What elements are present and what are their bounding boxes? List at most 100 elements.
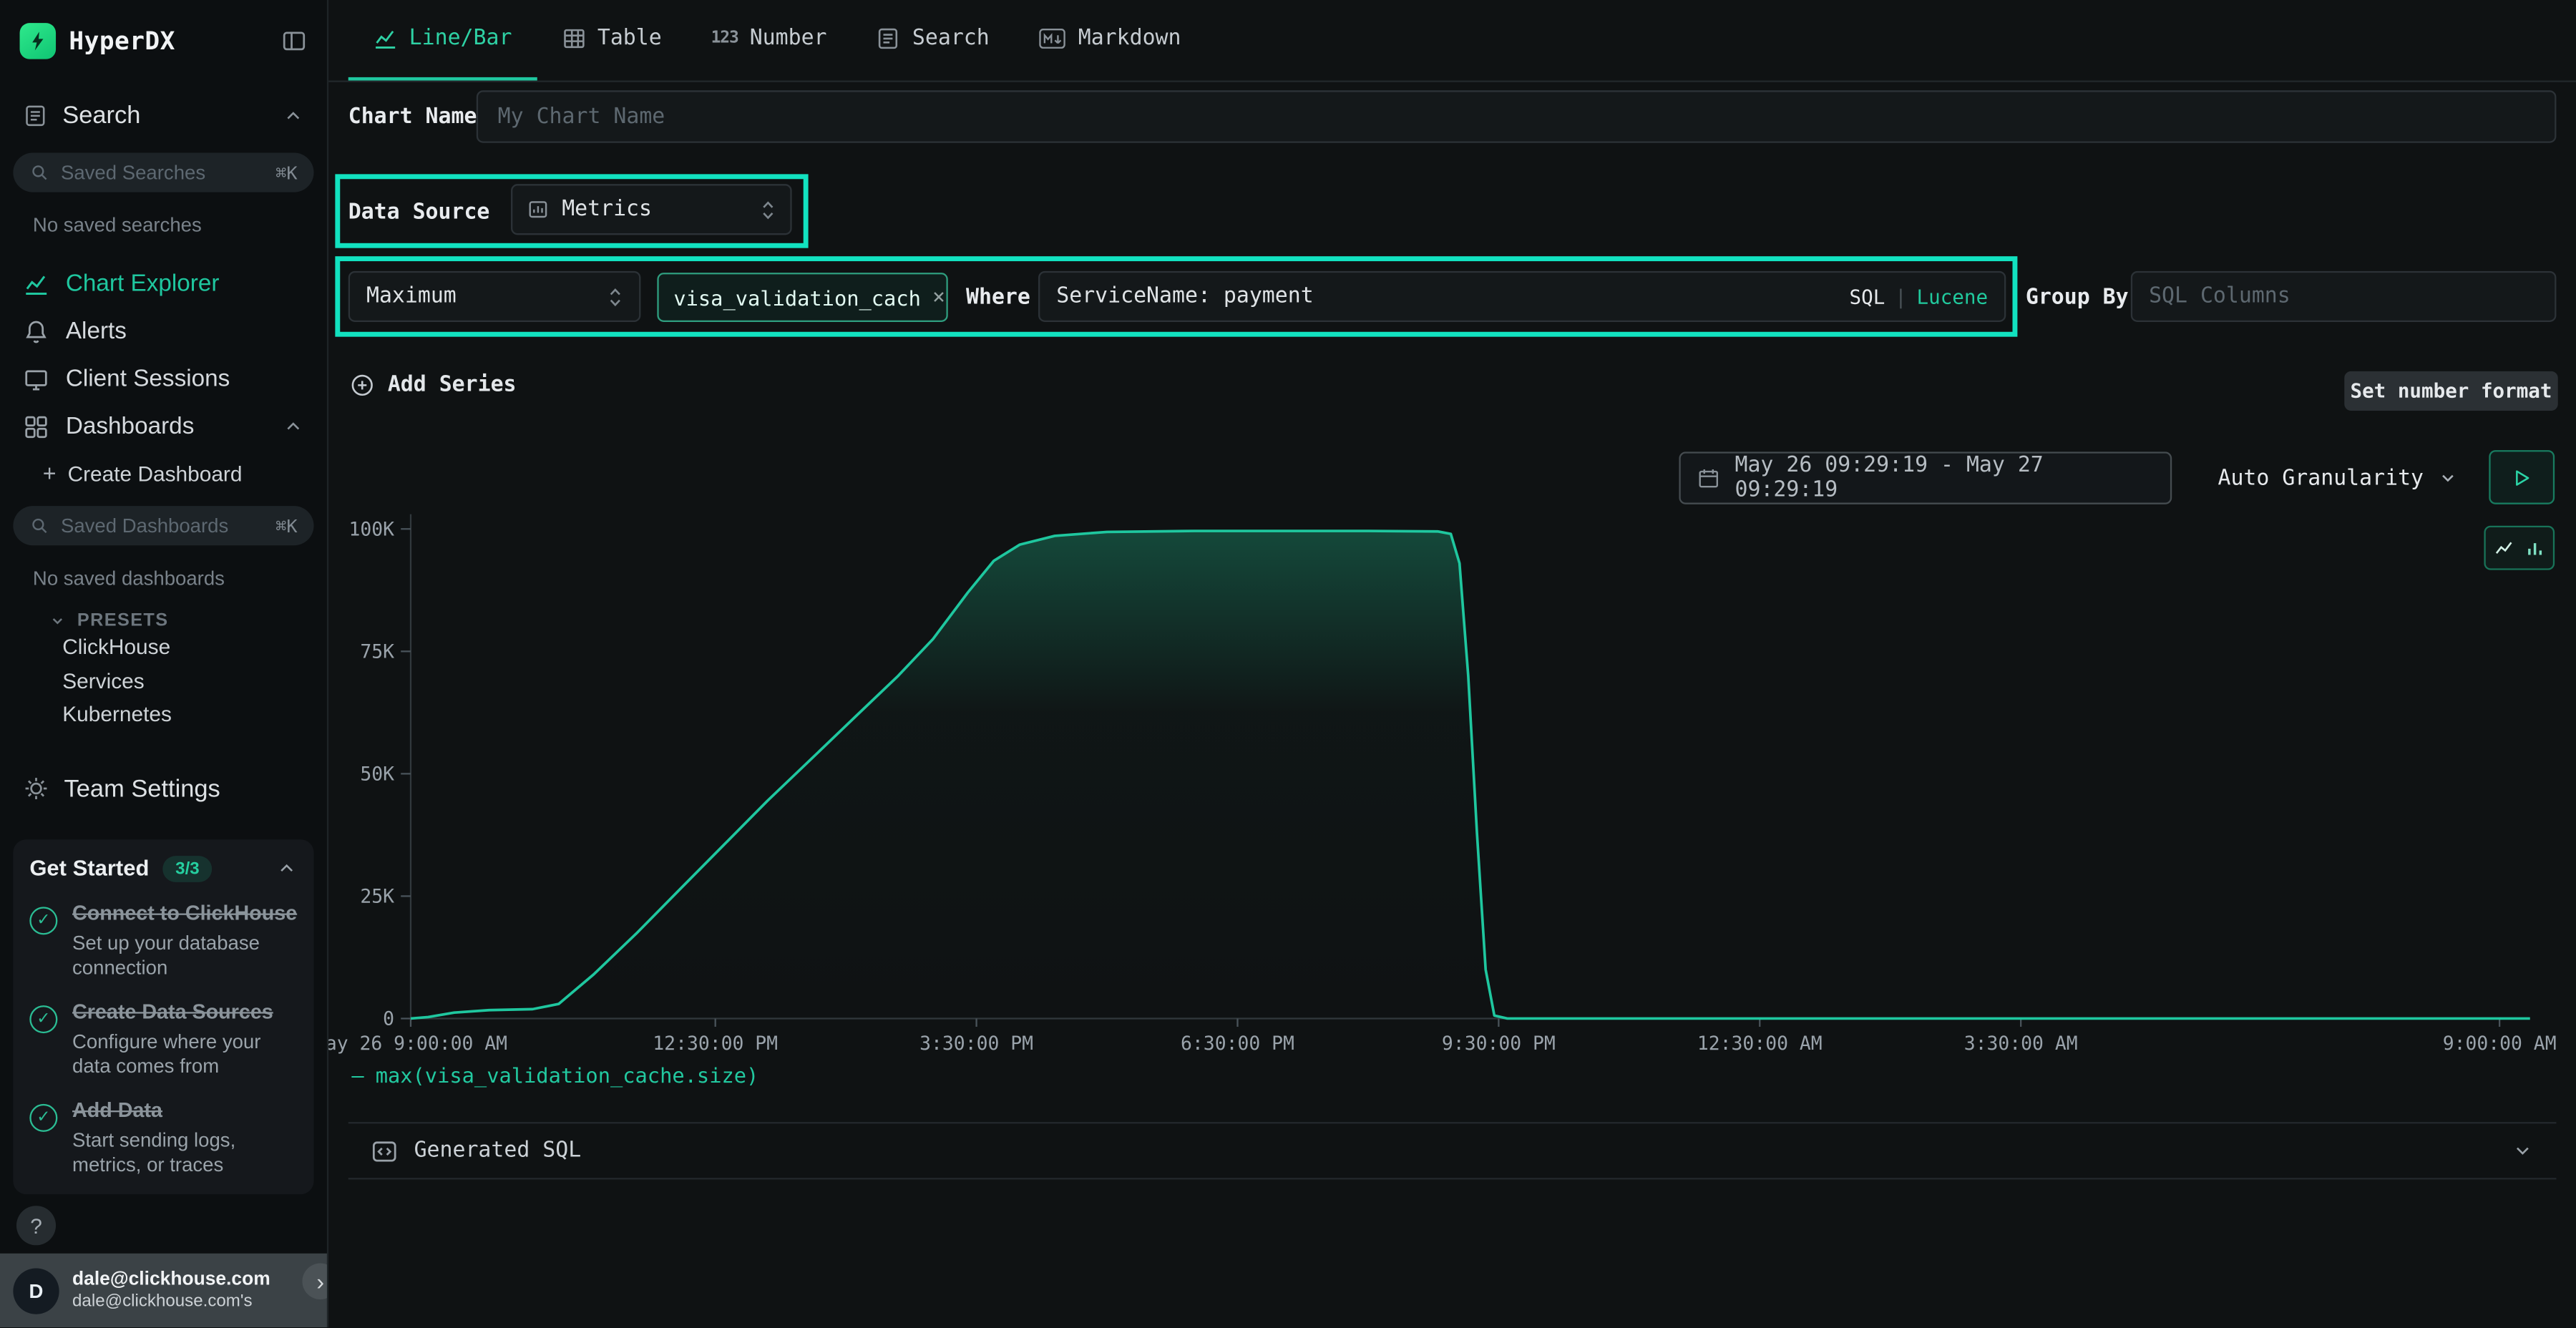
gear-icon (23, 776, 49, 802)
aggregation-select[interactable]: Maximum (348, 271, 641, 322)
where-input[interactable] (1056, 284, 1849, 308)
svg-text:0: 0 (383, 1008, 394, 1030)
checklist-item-data-sources[interactable]: ✓ Create Data Sources Configure where yo… (29, 998, 297, 1079)
preset-item-clickhouse[interactable]: ClickHouse (0, 631, 327, 665)
tab-label: Markdown (1078, 26, 1181, 51)
checklist-desc: Configure where your data comes from (72, 1029, 298, 1078)
checklist-item-add-data[interactable]: ✓ Add Data Start sending logs, metrics, … (29, 1097, 297, 1178)
saved-dashboards-input[interactable]: Saved Dashboards ⌘K (13, 506, 313, 545)
set-number-format-button[interactable]: Set number format (2344, 371, 2557, 411)
sidebar-item-client-sessions[interactable]: Client Sessions (0, 355, 327, 403)
group-by-input[interactable] (2149, 284, 2538, 308)
sidebar-item-chart-explorer[interactable]: Chart Explorer (0, 260, 327, 308)
no-saved-searches-text: No saved searches (0, 213, 327, 236)
code-icon (371, 1138, 398, 1164)
metric-chip-label: visa_validation_cach (673, 285, 921, 309)
markdown-icon (1039, 28, 1067, 49)
lucene-mode-toggle[interactable]: Lucene (1917, 285, 1989, 308)
svg-text:3:30:00 AM: 3:30:00 AM (1964, 1032, 2078, 1055)
tab-search[interactable]: Search (852, 0, 1014, 81)
search-section-icon (23, 104, 47, 128)
hyperdx-logo-icon[interactable] (20, 23, 57, 59)
sidebar-item-alerts[interactable]: Alerts (0, 307, 327, 355)
help-button[interactable]: ? (16, 1206, 56, 1245)
svg-text:100K: 100K (348, 518, 394, 540)
saved-searches-placeholder: Saved Searches (61, 161, 205, 184)
presets-header[interactable]: PRESETS (0, 611, 327, 631)
svg-text:9:00:00 AM: 9:00:00 AM (2443, 1032, 2557, 1055)
create-dashboard-label: Create Dashboard (68, 461, 243, 485)
sidebar-item-label: Chart Explorer (66, 270, 220, 297)
preset-item-services[interactable]: Services (0, 665, 327, 698)
dashboard-grid-icon (23, 413, 49, 439)
tab-markdown[interactable]: Markdown (1014, 0, 1206, 81)
generated-sql-label: Generated SQL (414, 1138, 582, 1163)
brand-title: HyperDX (69, 26, 175, 56)
aggregation-value: Maximum (366, 284, 457, 308)
sidebar-item-dashboards[interactable]: Dashboards (0, 403, 327, 451)
data-source-value: Metrics (562, 197, 652, 222)
chart-explorer-icon (23, 270, 49, 297)
saved-dashboards-placeholder: Saved Dashboards (61, 514, 228, 537)
avatar: D (13, 1267, 59, 1313)
svg-text:25K: 25K (360, 886, 394, 908)
timeseries-chart[interactable]: 025K50K75K100KMay 26 9:00:00 AM12:30:00 … (328, 493, 2576, 1068)
monitor-icon (23, 366, 49, 392)
tab-line-bar[interactable]: Line/Bar (348, 0, 537, 81)
get-started-card: Get Started 3/3 ✓ Connect to ClickHouse … (13, 839, 313, 1193)
svg-text:12:30:00 PM: 12:30:00 PM (653, 1032, 778, 1055)
no-saved-dashboards-text: No saved dashboards (0, 567, 327, 590)
granularity-value: Auto Granularity (2218, 466, 2424, 490)
tab-label: Line/Bar (409, 26, 512, 51)
sidebar-collapse-icon[interactable] (281, 28, 308, 54)
chevron-up-icon[interactable] (283, 416, 304, 437)
add-series-button[interactable]: Add Series (350, 373, 517, 397)
preset-item-kubernetes[interactable]: Kubernetes (0, 698, 327, 732)
group-by-field (2131, 271, 2557, 322)
metric-chip[interactable]: visa_validation_cach × (657, 273, 947, 322)
sql-mode-toggle[interactable]: SQL (1850, 285, 1885, 308)
group-by-label: Group By (2026, 285, 2129, 310)
chart-name-input[interactable] (498, 104, 2535, 129)
tab-number[interactable]: 123 Number (686, 0, 852, 81)
sidebar-item-label: Client Sessions (66, 366, 230, 392)
remove-metric-icon[interactable]: × (932, 285, 945, 309)
search-icon (29, 162, 49, 182)
data-source-label: Data Source (348, 200, 490, 225)
get-started-header[interactable]: Get Started 3/3 (29, 855, 297, 882)
sidebar-item-team-settings[interactable]: Team Settings (0, 775, 327, 803)
search-list-icon (876, 26, 900, 51)
user-email: dale@clickhouse.com (72, 1268, 270, 1291)
check-circle-icon: ✓ (29, 1103, 57, 1131)
line-chart-icon (373, 26, 397, 51)
generated-sql-toggle[interactable]: Generated SQL (348, 1122, 2557, 1179)
sidebar-section-search[interactable]: Search (0, 102, 327, 130)
select-chevrons-icon (608, 283, 623, 310)
search-icon (29, 516, 49, 536)
metrics-icon (527, 199, 549, 220)
checklist-item-connect[interactable]: ✓ Connect to ClickHouse Set up your data… (29, 899, 297, 980)
svg-text:May 26 9:00:00 AM: May 26 9:00:00 AM (328, 1032, 507, 1055)
tab-label: Number (750, 26, 827, 51)
app-root: HyperDX Search Saved Searches ⌘K No save… (0, 0, 2576, 1327)
bell-icon (23, 318, 49, 344)
chart-legend[interactable]: — max(visa_validation_cache.size) (351, 1063, 758, 1087)
mode-divider: | (1895, 285, 1907, 308)
saved-searches-input[interactable]: Saved Searches ⌘K (13, 153, 313, 192)
sidebar-item-label: Dashboards (66, 413, 195, 439)
chevron-up-icon[interactable] (283, 105, 304, 127)
chevron-down-icon (2439, 468, 2459, 488)
chevron-up-icon[interactable] (276, 857, 298, 879)
play-icon (2512, 467, 2532, 487)
svg-text:50K: 50K (360, 763, 394, 786)
number-123-icon: 123 (711, 29, 738, 47)
tab-table[interactable]: Table (537, 0, 686, 81)
chart-name-field (477, 90, 2557, 142)
user-menu[interactable]: D dale@clickhouse.com dale@clickhouse.co… (0, 1254, 328, 1327)
saved-dashboards-shortcut: ⌘K (275, 515, 297, 537)
create-dashboard-button[interactable]: + Create Dashboard (0, 450, 327, 496)
data-source-select[interactable]: Metrics (511, 184, 792, 235)
check-circle-icon: ✓ (29, 906, 57, 934)
checklist-desc: Set up your database connection (72, 931, 298, 980)
search-section-label: Search (62, 102, 140, 130)
